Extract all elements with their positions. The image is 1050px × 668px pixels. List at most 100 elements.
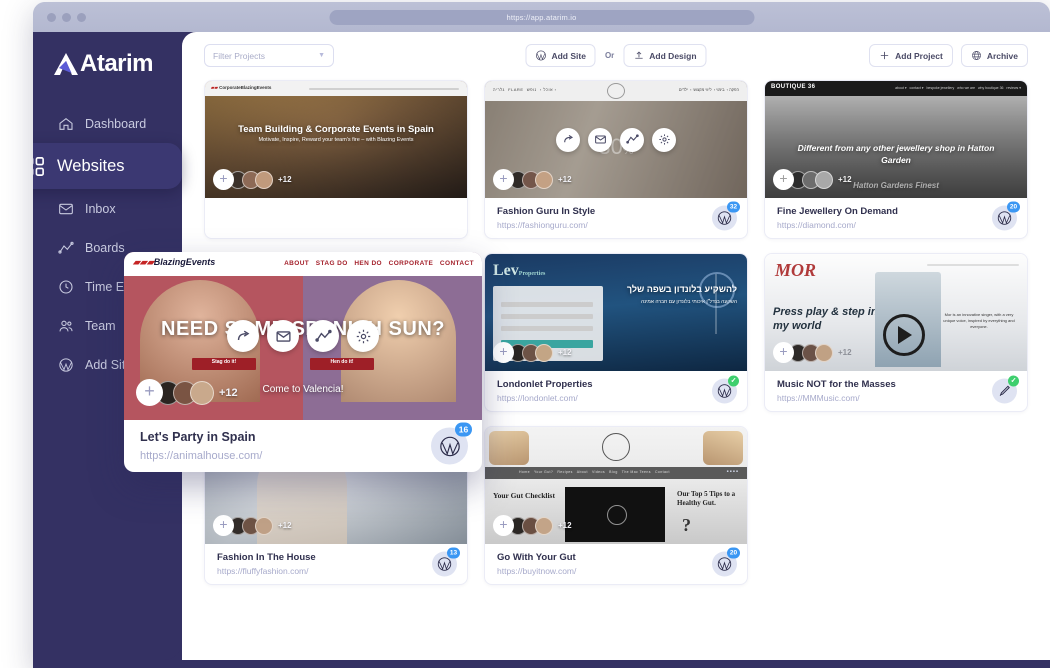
collaborators[interactable]: + +12 <box>213 515 292 536</box>
card-hover-actions[interactable] <box>556 128 676 152</box>
project-thumbnail[interactable]: גלריה FLARE אוכל › נופש › הפקה › בימוי ›… <box>485 81 747 198</box>
add-collaborator-button[interactable]: + <box>213 515 234 536</box>
chevron-down-icon: ▼ <box>318 52 325 59</box>
project-card[interactable]: BOUTIQUE 36 about ▾ contact ▾ bespoke je… <box>764 80 1028 239</box>
cta-left[interactable]: Stag do it! <box>192 359 256 365</box>
card-footer: Let's Party in Spain https://animalhouse… <box>124 420 482 472</box>
card-title: Londonlet Properties <box>497 379 593 391</box>
archive-button[interactable]: Archive <box>961 44 1028 67</box>
add-collaborator-button[interactable]: + <box>493 169 514 190</box>
status-badge[interactable]: 16 <box>431 428 468 465</box>
approved-check-icon: ✓ <box>728 376 739 387</box>
add-collaborator-button[interactable]: + <box>136 379 163 406</box>
app-logo[interactable]: Atarim <box>53 50 153 78</box>
comment-count: 20 <box>727 548 740 559</box>
card-url[interactable]: https://fluffyfashion.com/ <box>217 566 316 576</box>
sidebar-item-inbox[interactable]: Inbox <box>33 189 182 228</box>
avatar[interactable] <box>535 171 553 189</box>
project-thumbnail[interactable]: LevProperties להשקיע בלונדון בשפה שלך הש… <box>485 254 747 371</box>
sidebar-item-websites[interactable]: Websites <box>33 143 182 189</box>
add-collaborator-button[interactable]: + <box>773 169 794 190</box>
add-collaborator-button[interactable]: + <box>493 515 514 536</box>
archive-label: Archive <box>987 51 1018 61</box>
upload-icon <box>633 50 644 61</box>
maximize-dot[interactable] <box>77 13 86 22</box>
share-icon[interactable] <box>556 128 580 152</box>
avatar[interactable] <box>815 344 833 362</box>
gear-icon[interactable] <box>347 320 379 352</box>
project-card[interactable]: LOOK TWICE THINK TWICE Home Your Gut? Re… <box>484 426 748 585</box>
collaborators[interactable]: + +12 <box>493 515 572 536</box>
project-thumbnail[interactable]: LOOK TWICE THINK TWICE Home Your Gut? Re… <box>485 427 747 544</box>
status-badge[interactable]: ✓ <box>712 379 737 404</box>
collaborators[interactable]: + +12 <box>493 169 572 190</box>
status-badge[interactable]: ✓ <box>992 379 1017 404</box>
hero-title: Team Building & Corporate Events in Spai… <box>205 124 467 135</box>
avatar[interactable] <box>535 517 553 535</box>
or-label: Or <box>605 51 614 60</box>
collaborators-more: +12 <box>558 348 572 357</box>
filter-projects-select[interactable]: Filter Projects ▼ <box>204 44 334 67</box>
window-controls[interactable] <box>47 13 86 22</box>
globe-icon <box>971 50 982 61</box>
collaborators[interactable]: + +12 <box>773 342 852 363</box>
add-collaborator-button[interactable]: + <box>213 169 234 190</box>
collaborators[interactable]: + +12 <box>213 169 292 190</box>
mail-icon[interactable] <box>588 128 612 152</box>
analytics-icon[interactable] <box>620 128 644 152</box>
avatar[interactable] <box>190 381 214 405</box>
sidebar-item-label: Team <box>85 319 116 333</box>
avatar[interactable] <box>535 344 553 362</box>
card-footer: Fashion In The House https://fluffyfashi… <box>205 544 467 584</box>
cta-right[interactable]: Hen do it! <box>310 359 374 365</box>
sidebar-item-dashboard[interactable]: Dashboard <box>33 104 182 143</box>
close-dot[interactable] <box>47 13 56 22</box>
card-footer: Music NOT for the Masses https://MMMusic… <box>765 371 1027 411</box>
url-bar[interactable]: https://app.atarim.io <box>329 10 754 25</box>
add-site-button[interactable]: Add Site <box>525 44 595 67</box>
wordpress-icon <box>535 50 546 61</box>
collaborators[interactable]: + +12 <box>493 342 572 363</box>
mail-icon[interactable] <box>267 320 299 352</box>
status-badge[interactable]: 13 <box>432 552 457 577</box>
center-actions: Add Site Or Add Design <box>525 44 706 67</box>
gear-icon[interactable] <box>652 128 676 152</box>
avatar[interactable] <box>255 517 273 535</box>
card-footer: Go With Your Gut https://buyitnow.com/ 2… <box>485 544 747 584</box>
project-thumbnail[interactable]: MOR Press play & step into my world Mor … <box>765 254 1027 371</box>
card-hover-actions[interactable] <box>227 320 379 352</box>
sidebar-item-label: Websites <box>57 157 125 176</box>
minimize-dot[interactable] <box>62 13 71 22</box>
site-navbar-mock: גלריה FLARE אוכל › נופש › הפקה › בימוי ›… <box>485 81 747 101</box>
project-card[interactable]: ▰▰ CorporateBlazingEvents Team Building … <box>204 80 468 239</box>
card-url[interactable]: https://fashionguru.com/ <box>497 220 595 230</box>
add-project-label: Add Project <box>895 51 943 61</box>
add-design-button[interactable]: Add Design <box>623 44 706 67</box>
status-badge[interactable]: 20 <box>712 552 737 577</box>
card-url[interactable]: https://diamond.com/ <box>777 220 898 230</box>
project-card[interactable]: גלריה FLARE אוכל › נופש › הפקה › בימוי ›… <box>484 80 748 239</box>
project-thumbnail[interactable]: ▰▰▰BlazingEvents ABOUT STAG DO HEN DO CO… <box>124 252 482 420</box>
project-card[interactable]: LevProperties להשקיע בלונדון בשפה שלך הש… <box>484 253 748 412</box>
card-title: Fine Jewellery On Demand <box>777 206 898 218</box>
status-badge[interactable]: 32 <box>712 206 737 231</box>
card-url[interactable]: https://londonlet.com/ <box>497 393 593 403</box>
avatar[interactable] <box>255 171 273 189</box>
analytics-icon[interactable] <box>307 320 339 352</box>
collaborators[interactable]: + +12 <box>136 379 238 406</box>
add-collaborator-button[interactable]: + <box>493 342 514 363</box>
card-url[interactable]: https://MMMusic.com/ <box>777 393 896 403</box>
project-thumbnail[interactable]: ▰▰ CorporateBlazingEvents Team Building … <box>205 81 467 198</box>
status-badge[interactable]: 20 <box>992 206 1017 231</box>
project-card[interactable]: MOR Press play & step into my world Mor … <box>764 253 1028 412</box>
collaborators[interactable]: + +12 <box>773 169 852 190</box>
dragged-project-card[interactable]: ▰▰▰BlazingEvents ABOUT STAG DO HEN DO CO… <box>124 252 482 472</box>
project-thumbnail[interactable]: BOUTIQUE 36 about ▾ contact ▾ bespoke je… <box>765 81 1027 198</box>
add-collaborator-button[interactable]: + <box>773 342 794 363</box>
add-project-button[interactable]: Add Project <box>869 44 953 67</box>
card-url[interactable]: https://buyitnow.com/ <box>497 566 576 576</box>
card-url[interactable]: https://animalhouse.com/ <box>140 450 262 462</box>
avatar[interactable] <box>815 171 833 189</box>
sidebar-item-label: Dashboard <box>85 117 146 131</box>
share-icon[interactable] <box>227 320 259 352</box>
